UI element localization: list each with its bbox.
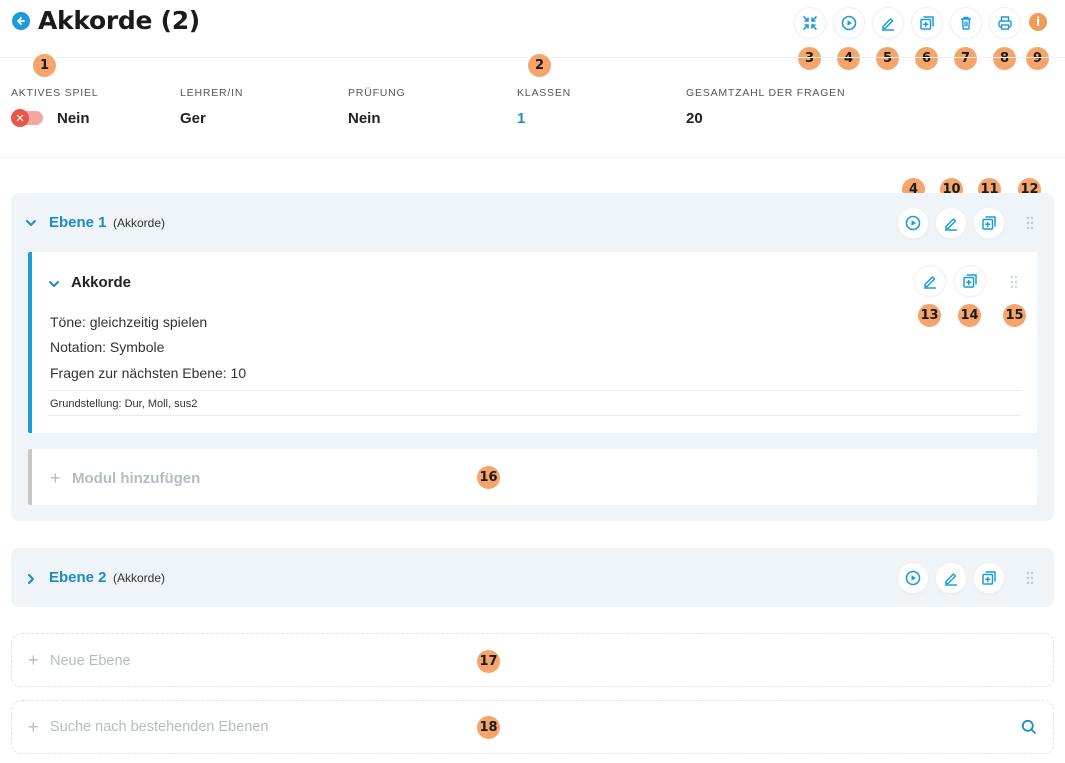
annotation-badge: 9 [1026, 47, 1049, 70]
module-edit-button[interactable] [914, 265, 946, 297]
pencil-icon [943, 215, 959, 231]
stat-label-exam: PRÜFUNG [348, 87, 406, 99]
level-2-edit-button[interactable] [935, 562, 967, 594]
play-icon [905, 570, 921, 586]
edit-button[interactable] [872, 7, 904, 39]
stat-label-teacher: LEHRER/IN [180, 87, 243, 99]
new-level-button[interactable] [11, 633, 1054, 687]
level-2-expand-toggle[interactable] [25, 572, 37, 590]
module-drag-handle[interactable] [1010, 275, 1018, 294]
annotation-badge: 16 [477, 466, 500, 489]
search-icon [1021, 719, 1037, 735]
level-1-subtitle: (Akkorde) [113, 216, 165, 230]
back-button[interactable] [12, 12, 30, 30]
delete-button[interactable] [950, 7, 982, 39]
duplicate-icon [981, 570, 997, 586]
chevron-down-icon [48, 278, 60, 290]
annotation-badge: 2 [528, 54, 551, 77]
duplicate-icon [962, 273, 978, 289]
annotation-badge: 17 [477, 650, 500, 673]
plus-icon: + [28, 650, 39, 671]
annotation-badge: 6 [915, 47, 938, 70]
level-2-title[interactable]: Ebene 2 [49, 569, 107, 586]
level-2-duplicate-button[interactable] [973, 562, 1005, 594]
annotation-badge: 7 [954, 47, 977, 70]
annotation-badge: 13 [918, 304, 941, 327]
play-button[interactable] [833, 7, 865, 39]
module-detail-line: Notation: Symbole [50, 339, 164, 355]
drag-handle-icon [1026, 571, 1034, 585]
drag-handle-icon [1026, 216, 1034, 230]
plus-icon: + [50, 468, 61, 489]
chevron-right-icon [25, 573, 37, 585]
stat-label-classes: KLASSEN [517, 87, 571, 99]
annotation-badge: 5 [876, 47, 899, 70]
pencil-icon [880, 15, 896, 31]
duplicate-icon [981, 215, 997, 231]
annotation-badge: 1 [33, 54, 56, 77]
pencil-icon [943, 570, 959, 586]
annotation-badge: 18 [477, 716, 500, 739]
arrow-left-icon [16, 16, 26, 26]
level-2-drag-handle[interactable] [1026, 571, 1034, 590]
duplicate-icon [919, 15, 935, 31]
duplicate-button[interactable] [911, 7, 943, 39]
level-1-duplicate-button[interactable] [973, 207, 1005, 239]
pencil-icon [922, 273, 938, 289]
module-detail-line: Fragen zur nächsten Ebene: 10 [50, 365, 246, 381]
annotation-badge: 8 [993, 47, 1016, 70]
new-level-label: Neue Ebene [50, 653, 131, 669]
stat-value-active-game: Nein [57, 110, 90, 127]
module-expand-toggle[interactable] [48, 277, 60, 295]
play-icon [841, 15, 857, 31]
collapse-icon [802, 15, 818, 31]
search-button[interactable] [1021, 719, 1037, 740]
stats-divider [0, 157, 1065, 158]
module-duplicate-button[interactable] [954, 265, 986, 297]
stat-value-exam: Nein [348, 110, 381, 127]
level-1-drag-handle[interactable] [1026, 216, 1034, 235]
info-button[interactable]: i [1029, 13, 1047, 31]
annotation-badge: 14 [958, 304, 981, 327]
level-1-title[interactable]: Ebene 1 [49, 214, 107, 231]
stat-value-teacher: Ger [180, 110, 206, 127]
stat-label-total-questions: GESAMTZAHL DER FRAGEN [686, 87, 845, 99]
level-1-expand-toggle[interactable] [25, 216, 37, 234]
module-footer: Grundstellung: Dur, Moll, sus2 [50, 398, 197, 410]
stat-value-classes-link[interactable]: 1 [517, 110, 525, 127]
play-icon [905, 215, 921, 231]
trash-icon [958, 15, 974, 31]
level-2-play-button[interactable] [897, 562, 929, 594]
annotation-badge: 4 [837, 47, 860, 70]
module-detail-line: Töne: gleichzeitig spielen [50, 314, 207, 330]
module-separator [48, 390, 1021, 391]
collapse-all-button[interactable] [794, 7, 826, 39]
level-1-play-button[interactable] [897, 207, 929, 239]
page-title: Akkorde (2) [38, 6, 200, 35]
info-icon: i [1036, 15, 1040, 29]
toggle-off-icon: ✕ [11, 109, 29, 127]
printer-icon [997, 15, 1013, 31]
chevron-down-icon [25, 217, 37, 229]
annotation-badge: 15 [1003, 304, 1026, 327]
stat-value-total-questions: 20 [686, 110, 703, 127]
add-module-label: Modul hinzufügen [72, 470, 200, 487]
module-title: Akkorde [71, 274, 131, 291]
print-button[interactable] [989, 7, 1021, 39]
plus-icon: + [28, 717, 39, 738]
stat-label-active-game: AKTIVES SPIEL [11, 87, 98, 99]
module-separator [48, 415, 1021, 416]
level-1-edit-button[interactable] [935, 207, 967, 239]
search-levels-input[interactable] [46, 712, 986, 742]
level-2-subtitle: (Akkorde) [113, 571, 165, 585]
drag-handle-icon [1010, 275, 1018, 289]
annotation-badge: 3 [798, 47, 821, 70]
